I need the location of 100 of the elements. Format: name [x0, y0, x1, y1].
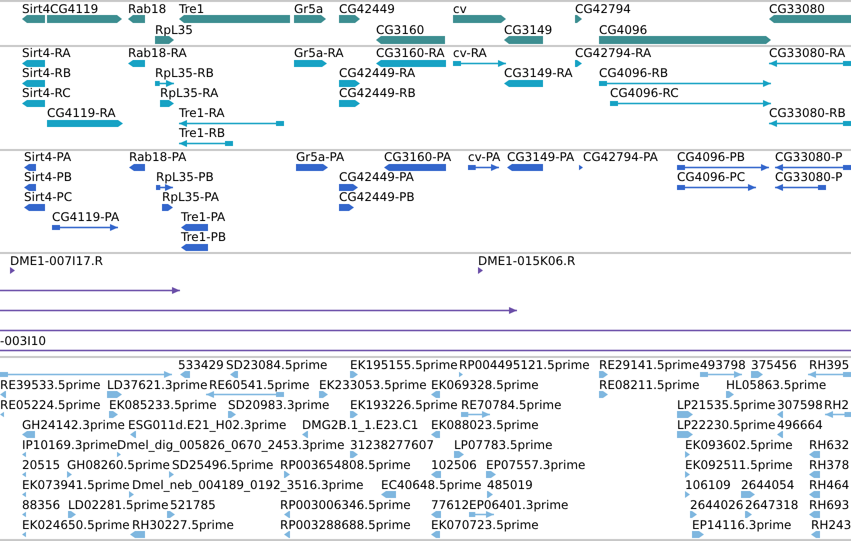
feature-label: cv-PA	[468, 151, 500, 164]
feature-label: Sirt4-PA	[24, 151, 72, 164]
feature-label: CG33080	[769, 3, 825, 16]
feature-label: EK073941.5prime	[22, 479, 130, 492]
feature-label: Dmel_neb_004189_0192_3516.3prime	[132, 479, 364, 492]
feature-label: Gr5a-PA	[296, 151, 344, 164]
feature-label: RP003288688.5prime	[280, 519, 411, 532]
feature-label: CG4119-RA	[47, 107, 116, 120]
feature-label: CG4096-PB	[677, 151, 746, 164]
feature-label: EK088023.5prime	[431, 419, 539, 432]
feature-label: CG4119-PA	[52, 211, 120, 224]
feature-label: 533429	[178, 359, 224, 372]
feature-label: RP004495121.5prime	[459, 359, 590, 372]
feature-label: RE05224.5prime	[0, 399, 100, 412]
feature-label: EC40648.5prime	[381, 479, 482, 492]
feature-label: 307598	[777, 399, 823, 412]
feature-label: EK193226.5prime	[350, 399, 458, 412]
feature-label: RpL35-RA	[160, 87, 218, 100]
feature-label: 2647318	[745, 499, 798, 512]
feature-label: Dmel_dig_005826_0670_2453.3prime	[117, 439, 345, 452]
feature-label: EK069328.5prime	[431, 379, 539, 392]
feature-label: EK070723.5prime	[431, 519, 539, 532]
feature-label: CG33080-RB	[769, 107, 846, 120]
feature-label: CG3160-PA	[384, 151, 452, 164]
feature-label: EK092511.5prime	[685, 459, 793, 472]
feature-label: IP10169.3prime	[22, 439, 118, 452]
feature-label: Rab18	[128, 3, 166, 16]
feature-label: Tre1	[179, 3, 204, 16]
feature-label: EK085233.5prime	[109, 399, 217, 412]
feature-label: CG42794	[575, 3, 631, 16]
feature-label: Rab18-PA	[129, 151, 186, 164]
feature-label: CG4096-RC	[610, 87, 679, 100]
feature-label: SD20983.3prime	[228, 399, 330, 412]
feature-label: Sirt4-RC	[22, 87, 71, 100]
feature-label: CG42449-PB	[339, 191, 415, 204]
feature-label: cv	[453, 3, 467, 16]
feature-label: 496664	[777, 419, 823, 432]
feature-label: CG3160	[376, 24, 424, 37]
feature-label: Sirt4-RB	[22, 67, 72, 80]
feature-label: RH693	[809, 499, 850, 512]
feature-label: CG3149-RA	[504, 67, 573, 80]
feature-label: Sirt4	[22, 3, 50, 16]
feature-label: LP07783.5prime	[454, 439, 553, 452]
feature-label: CG3160-RA	[376, 47, 445, 60]
feature-label: SD23084.5prime	[226, 359, 328, 372]
feature-label: CG42449-RB	[339, 87, 416, 100]
feature-label: LP21535.5prime	[677, 399, 776, 412]
feature-label: LP22230.5prime	[677, 419, 776, 432]
feature-label: RH30227.5prime	[132, 519, 234, 532]
feature-label: cv-RA	[453, 47, 487, 60]
feature-label: Tre1-PB	[181, 231, 226, 244]
feature-label: CG42449-RA	[339, 67, 416, 80]
feature-label: CG4096-PC	[677, 171, 746, 184]
feature-label: LD37621.3prime	[107, 379, 208, 392]
feature-label: CG33080-P	[775, 171, 842, 184]
feature-label: RP003006346.5prime	[280, 499, 411, 512]
feature-label: RpL35-PB	[156, 171, 214, 184]
feature-label: GH24142.3prime	[22, 419, 125, 432]
feature-label: RH243	[811, 519, 851, 532]
feature-label: CG42794-RA	[575, 47, 652, 60]
feature-label: RpL35-PA	[162, 191, 219, 204]
feature-label: RH2	[824, 399, 849, 412]
feature-label: LD02281.5prime	[68, 499, 169, 512]
feature-label: Tre1-PA	[181, 211, 226, 224]
feature-label: 106109	[685, 479, 731, 492]
feature-label: EK195155.5prime	[350, 359, 458, 372]
feature-label: RE60541.5prime	[209, 379, 310, 392]
feature-label: 88356	[22, 499, 60, 512]
feature-label: RE29141.5prime	[599, 359, 700, 372]
feature-label: CG33080-P	[775, 151, 842, 164]
feature-label: Gr5a-RA	[294, 47, 344, 60]
feature-label: Gr5a	[294, 3, 324, 16]
feature-label: 375456	[751, 359, 797, 372]
feature-label: HL05863.5prime	[726, 379, 826, 392]
feature-label: 2644026	[690, 499, 744, 512]
feature-label: Sirt4-RA	[22, 47, 71, 60]
feature-label: 20515	[22, 459, 60, 472]
feature-label: DME1-015K06.R	[478, 255, 576, 268]
feature-label: CG3149-PA	[507, 151, 574, 164]
feature-label: Sirt4-PC	[24, 191, 72, 204]
feature-label: SD25496.5prime	[172, 459, 274, 472]
feature-label: EP06401.3prime	[469, 499, 568, 512]
feature-label: RE70784.5prime	[461, 399, 562, 412]
feature-label: 521785	[170, 499, 216, 512]
feature-label: Rab18-RA	[128, 47, 187, 60]
feature-label: 31238277607	[350, 439, 434, 452]
feature-label: -003I10	[0, 335, 46, 348]
feature-label: CG4096-RB	[599, 67, 668, 80]
feature-label: CG4119	[50, 3, 98, 16]
feature-label: DME1-007I17.R	[10, 255, 104, 268]
feature-label: EK233053.5prime	[319, 379, 427, 392]
feature-label: 493798	[700, 359, 746, 372]
feature-label: 2644054	[741, 479, 794, 492]
feature-label: Tre1-RA	[179, 107, 225, 120]
feature-label: GH08260.5prime	[67, 459, 170, 472]
feature-label: CG4096	[599, 24, 648, 37]
feature-label: RH395	[809, 359, 850, 372]
feature-label: RP003654808.5prime	[280, 459, 411, 472]
feature-label: CG42794-PA	[583, 151, 658, 164]
feature-label: RE08211.5prime	[599, 379, 700, 392]
